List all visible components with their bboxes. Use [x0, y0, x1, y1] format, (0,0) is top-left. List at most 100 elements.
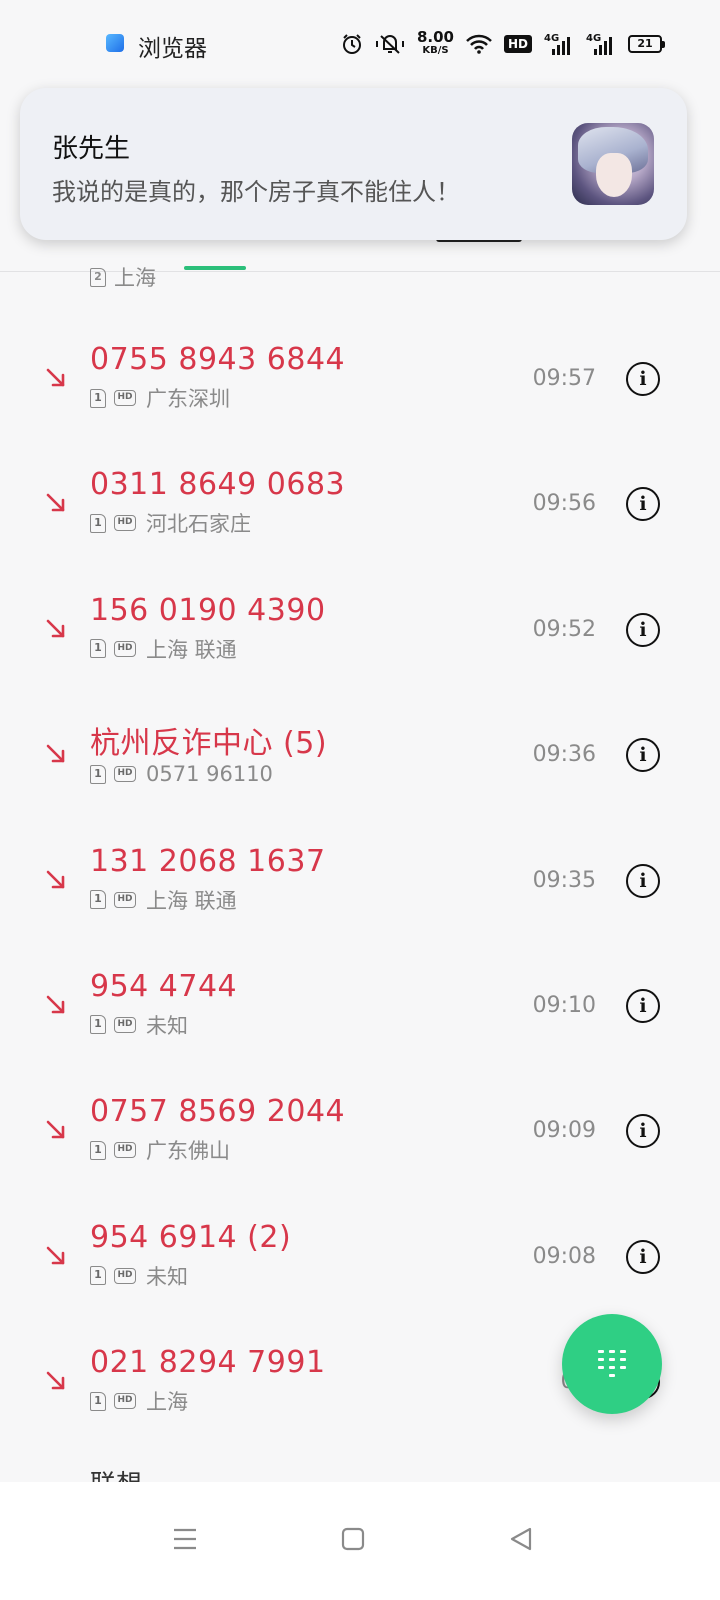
call-details: 1 HD 未知 — [90, 1013, 188, 1038]
call-time: 09:57 — [532, 366, 596, 391]
missed-call-arrow-icon — [46, 619, 65, 638]
call-details: 1 HD 广东深圳 — [90, 386, 230, 411]
call-log-row[interactable]: 954 6914 (2) 1 HD 未知 09:08 i — [0, 1194, 720, 1319]
status-icons: 8.00 KB/S HD 4G 4G 21 — [341, 24, 665, 64]
call-log-list: 0755 8943 6844 1 HD 广东深圳 09:57 i 0311 86… — [0, 316, 720, 1445]
nav-menu-button[interactable] — [168, 1522, 202, 1556]
call-log-row[interactable]: 0755 8943 6844 1 HD 广东深圳 09:57 i — [0, 316, 720, 441]
hd-call-icon: HD — [114, 891, 136, 908]
info-circle-icon: i — [639, 1120, 647, 1143]
sim-icon: 1 — [90, 764, 106, 784]
sim-icon: 1 — [90, 639, 106, 659]
sim-icon: 1 — [90, 388, 106, 408]
hd-call-icon: HD — [114, 1267, 136, 1284]
sim-icon: 1 — [90, 513, 106, 533]
caller-name: 0755 8943 6844 — [90, 342, 346, 377]
info-button[interactable]: i — [626, 863, 660, 898]
call-location: 广东深圳 — [146, 387, 230, 411]
sim-icon: 1 — [90, 1140, 106, 1160]
call-log-row[interactable]: 0757 8569 2044 1 HD 广东佛山 09:09 i — [0, 1068, 720, 1193]
info-button[interactable]: i — [626, 1239, 660, 1274]
hd-call-icon: HD — [114, 766, 136, 783]
hd-call-icon: HD — [114, 1393, 136, 1410]
info-button[interactable]: i — [626, 362, 660, 396]
partial-call-row[interactable]: 2 上海 — [90, 262, 156, 292]
sender-avatar — [572, 123, 654, 205]
cellular-signal-1-icon: 4G — [544, 33, 574, 55]
call-location: 0571 96110 — [146, 762, 273, 787]
back-triangle-icon — [510, 1527, 532, 1551]
sim-icon: 1 — [90, 890, 106, 910]
hd-call-icon: HD — [114, 640, 136, 657]
sim-icon: 1 — [90, 1266, 106, 1286]
call-location: 未知 — [146, 1013, 188, 1038]
call-details: 1 HD 未知 — [90, 1264, 188, 1289]
missed-call-arrow-icon — [46, 744, 65, 763]
menu-icon — [174, 1528, 196, 1550]
info-button[interactable]: i — [626, 1114, 660, 1149]
battery-icon: 21 — [628, 35, 665, 53]
mute-vibrate-icon — [375, 35, 404, 54]
call-details: 1 HD 广东佛山 — [90, 1138, 230, 1163]
missed-call-arrow-icon — [46, 1121, 65, 1139]
home-square-icon — [341, 1527, 365, 1551]
call-details: 1 HD 上海 — [90, 1389, 188, 1415]
call-log-row[interactable]: 0311 8649 0683 1 HD 河北石家庄 09:56 i — [0, 441, 720, 566]
call-time: 09:08 — [532, 1243, 596, 1269]
caller-name: 021 8294 7991 — [90, 1345, 326, 1381]
wifi-icon — [466, 34, 492, 54]
info-circle-icon: i — [639, 618, 647, 641]
call-details: 1 HD 0571 96110 — [90, 762, 273, 786]
missed-call-arrow-icon — [46, 870, 65, 888]
caller-name: 0311 8649 0683 — [90, 467, 346, 503]
sim-icon: 1 — [90, 1391, 106, 1411]
status-bar: 浏览器 8.00 KB/S HD 4G 4G 21 — [0, 0, 720, 86]
call-location: 未知 — [146, 1264, 188, 1289]
info-button[interactable]: i — [626, 612, 660, 647]
system-nav-bar — [0, 1482, 720, 1600]
call-log-row[interactable]: 杭州反诈中心 (5) 1 HD 0571 96110 09:36 i — [0, 692, 720, 817]
call-time: 09:36 — [532, 742, 596, 768]
call-details: 1 HD 上海 联通 — [90, 888, 237, 913]
hd-call-icon: HD — [114, 515, 136, 532]
caller-name: 131 2068 1637 — [90, 843, 326, 879]
caller-name: 954 4744 — [90, 968, 238, 1004]
call-time: 09:35 — [532, 867, 596, 893]
call-location: 上海 — [114, 266, 156, 290]
info-circle-icon: i — [639, 744, 647, 767]
info-button[interactable]: i — [626, 487, 660, 522]
call-log-row[interactable]: 954 4744 1 HD 未知 09:10 i — [0, 943, 720, 1068]
notification-body: 我说的是真的，那个房子真不能住人！ — [52, 178, 460, 206]
call-log-row[interactable]: 156 0190 4390 1 HD 上海 联通 09:52 i — [0, 567, 720, 692]
info-button[interactable]: i — [626, 738, 660, 773]
hd-call-icon: HD — [114, 1142, 136, 1159]
call-location: 上海 联通 — [146, 888, 237, 913]
call-log-row[interactable]: 131 2068 1637 1 HD 上海 联通 09:35 i — [0, 818, 720, 943]
alarm-icon — [342, 34, 361, 54]
caller-name: 0757 8569 2044 — [90, 1094, 346, 1130]
missed-call-arrow-icon — [46, 1246, 65, 1265]
nav-home-button[interactable] — [336, 1522, 370, 1556]
call-time: 09:52 — [532, 616, 596, 642]
caller-name: 156 0190 4390 — [90, 592, 326, 628]
dialpad-icon — [598, 1350, 626, 1377]
info-button[interactable]: i — [626, 988, 660, 1023]
nav-back-button[interactable] — [504, 1522, 538, 1556]
message-notification[interactable]: 张先生 我说的是真的，那个房子真不能住人！ — [20, 88, 687, 240]
hd-call-icon: HD — [114, 1016, 136, 1033]
call-location: 河北石家庄 — [146, 512, 251, 537]
dialpad-button[interactable] — [562, 1314, 662, 1414]
cellular-signal-2-icon: 4G — [586, 33, 616, 55]
notification-title: 张先生 — [52, 134, 131, 164]
sim-icon: 2 — [90, 267, 106, 287]
missed-call-arrow-icon — [46, 368, 65, 387]
hd-call-icon: HD — [114, 390, 136, 406]
call-location: 上海 — [146, 1390, 188, 1415]
call-time: 09:09 — [532, 1118, 596, 1144]
caller-name: 杭州反诈中心 (5) — [90, 726, 328, 762]
call-time: 09:56 — [532, 491, 596, 517]
sim-icon: 1 — [90, 1015, 106, 1035]
call-details: 1 HD 上海 联通 — [90, 637, 237, 662]
info-circle-icon: i — [639, 368, 647, 390]
caller-name: 954 6914 (2) — [90, 1219, 292, 1255]
